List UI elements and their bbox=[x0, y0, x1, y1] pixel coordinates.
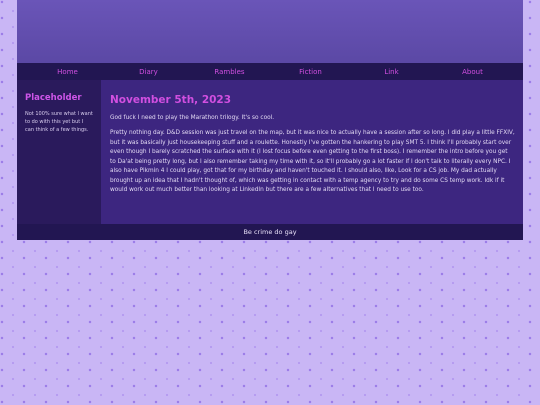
page-wrapper: Home Diary Rambles Fiction Link About Pl… bbox=[17, 0, 523, 240]
footer-text: Be crime do gay bbox=[243, 228, 297, 236]
content-area: Placeholder Not 100% sure what I want to… bbox=[17, 80, 523, 224]
nav-link-about[interactable]: About bbox=[443, 68, 503, 76]
sidebar-text: Not 100% sure what I want to do with thi… bbox=[25, 111, 93, 133]
main-nav: Home Diary Rambles Fiction Link About bbox=[17, 63, 523, 80]
nav-link-home[interactable]: Home bbox=[38, 68, 98, 76]
footer: Be crime do gay bbox=[17, 224, 523, 240]
nav-link-link[interactable]: Link bbox=[362, 68, 422, 76]
sidebar-title: Placeholder bbox=[25, 93, 82, 103]
nav-link-rambles[interactable]: Rambles bbox=[200, 68, 260, 76]
post-paragraph: Pretty nothing day. D&D session was just… bbox=[110, 130, 515, 194]
nav-link-diary[interactable]: Diary bbox=[119, 68, 179, 76]
post-paragraph: God fuck I need to play the Marathon tri… bbox=[110, 115, 275, 121]
nav-link-fiction[interactable]: Fiction bbox=[281, 68, 341, 76]
header-banner bbox=[17, 0, 523, 63]
post-date: November 5th, 2023 bbox=[110, 94, 232, 106]
sidebar: Placeholder Not 100% sure what I want to… bbox=[17, 80, 101, 224]
main-content: November 5th, 2023 God fuck I need to pl… bbox=[101, 80, 523, 224]
